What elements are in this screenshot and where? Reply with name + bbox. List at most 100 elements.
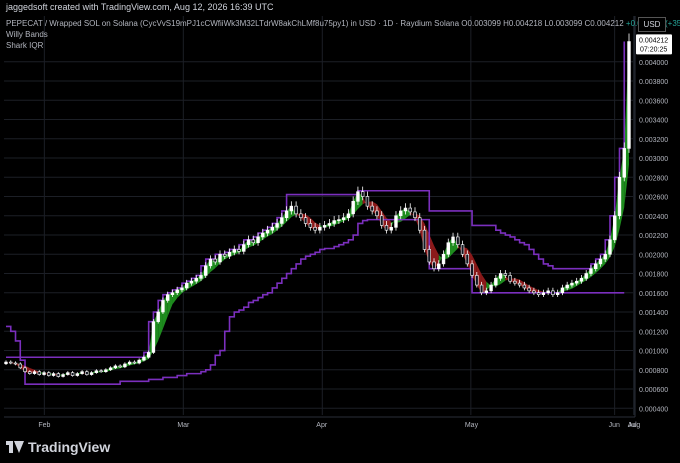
x-tick-label: Apr: [316, 422, 328, 429]
x-axis: Feb Mar Apr May Jun JulAug: [4, 416, 641, 429]
lower-band-line: [6, 218, 625, 385]
price-chart[interactable]: 0.004000 0.003800 0.003600 0.003400 0.003200…: [0, 0, 680, 463]
candle-body: [123, 363, 127, 368]
tradingview-logo-icon: [6, 441, 24, 453]
candle-body: [185, 282, 189, 289]
candle-body: [365, 196, 370, 207]
candle-body: [227, 252, 232, 257]
candle-body: [570, 282, 574, 286]
x-tick-label: Aug: [628, 422, 641, 429]
candle-body: [327, 223, 332, 226]
y-tick-label: 0.001000: [639, 349, 668, 356]
y-tick-label: 0.004000: [639, 60, 668, 67]
willy-bands: [6, 41, 629, 385]
candle-body: [475, 275, 479, 286]
candles: [4, 33, 631, 378]
candle-body: [627, 41, 631, 149]
candle-body: [303, 217, 308, 224]
indicator-willy-bands[interactable]: Willy Bands: [6, 29, 680, 40]
candle-body: [584, 273, 588, 279]
candle-body: [413, 211, 417, 218]
candle-body: [280, 217, 284, 224]
candle-body: [546, 290, 550, 294]
candle-body: [4, 361, 8, 365]
candle-body: [551, 290, 555, 295]
candle-body: [337, 219, 341, 221]
candle-body: [598, 258, 603, 265]
candle-body: [489, 284, 493, 292]
currency-button[interactable]: USD: [638, 17, 666, 32]
candle-body: [194, 278, 198, 282]
candle-body: [47, 372, 51, 376]
candle-body: [251, 239, 255, 244]
indicator-shark-iqr[interactable]: Shark IQR: [6, 40, 680, 51]
x-tick-label: Mar: [177, 422, 190, 429]
candle-body: [85, 371, 89, 375]
candle-body: [127, 361, 132, 365]
candle-body: [13, 362, 18, 365]
candle-body: [456, 236, 460, 245]
candle-body: [517, 282, 522, 286]
candle-body: [9, 361, 13, 364]
y-axis: 0.004000 0.003800 0.003600 0.003400 0.003200…: [634, 16, 668, 417]
candle-body: [213, 258, 217, 263]
candle-body: [308, 223, 313, 228]
symbol-title[interactable]: PEPECAT / Wrapped SOL on Solana (CycVvS1…: [6, 19, 459, 28]
candle-body: [108, 367, 113, 371]
candle-body: [28, 371, 32, 374]
candle-body: [403, 207, 408, 212]
candle-body: [199, 275, 203, 279]
candle-body: [513, 280, 517, 284]
y-tick-label: 0.001600: [639, 291, 668, 298]
candle-body: [275, 223, 279, 228]
y-tick-label: 0.003800: [639, 79, 668, 86]
candle-body: [137, 359, 141, 364]
candle-body: [256, 236, 260, 244]
candle-body: [460, 244, 465, 255]
y-tick-label: 0.002400: [639, 214, 668, 221]
candle-body: [399, 210, 403, 217]
candle-body: [104, 369, 108, 372]
candle-body: [446, 242, 450, 255]
x-tick-label: Jun: [609, 422, 620, 429]
candle-body: [232, 249, 236, 253]
candle-body: [70, 372, 75, 376]
candle-body: [237, 249, 241, 252]
candle-body: [151, 321, 156, 353]
candle-body: [37, 371, 41, 375]
candle-body: [61, 374, 65, 377]
y-tick-label: 0.000800: [639, 368, 668, 375]
candle-body: [294, 205, 298, 215]
candle-body: [170, 292, 175, 295]
candle-body: [51, 373, 56, 376]
y-tick-label: 0.003200: [639, 137, 668, 144]
candle-body: [560, 287, 565, 294]
candle-body: [189, 280, 194, 284]
candle-body: [246, 239, 251, 245]
y-tick-label: 0.000600: [639, 387, 668, 394]
candle-body: [380, 215, 384, 226]
y-tick-label: 0.002000: [639, 252, 668, 259]
candle-body: [18, 363, 22, 369]
candle-body: [142, 356, 146, 361]
candle-body: [408, 207, 412, 213]
y-tick-label: 0.002800: [639, 175, 668, 182]
candle-body: [437, 263, 441, 270]
candle-body: [89, 372, 94, 375]
candle-body: [370, 205, 374, 212]
candle-body: [99, 370, 103, 373]
candle-body: [541, 292, 546, 295]
candle-body: [208, 258, 213, 267]
y-tick-label: 0.000400: [639, 406, 668, 413]
candle-body: [384, 225, 389, 231]
candle-body: [608, 239, 612, 255]
candle-body: [113, 365, 118, 369]
candle-body: [422, 229, 427, 250]
candle-body: [617, 176, 622, 217]
candle-body: [346, 213, 351, 218]
candle-body: [522, 284, 527, 289]
candle-body: [161, 300, 165, 313]
candle-body: [270, 227, 275, 231]
candle-body: [508, 275, 512, 282]
candle-body: [289, 205, 294, 212]
